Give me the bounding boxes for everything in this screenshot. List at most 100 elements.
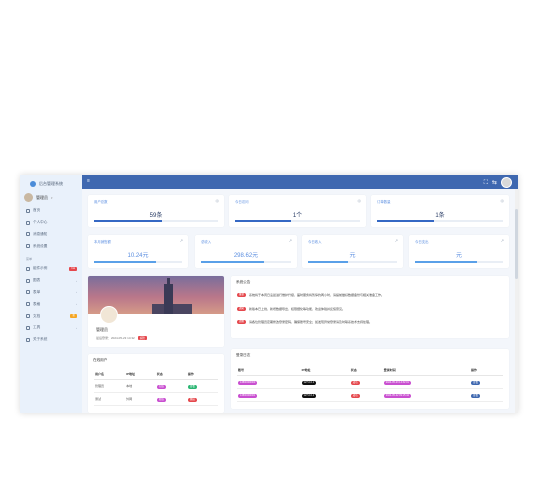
status-badge: 离线 [156, 397, 166, 402]
notice-text: 新版本已上线，新增数据导出、权限细化等功能，欢迎体验并反馈意见。 [249, 307, 346, 311]
table-cell: 查看 [470, 388, 503, 402]
table-row[interactable]: 13800000001 127.0.0.1 成功 2024-05-22 09:1… [237, 388, 503, 402]
scrollbar[interactable] [515, 189, 518, 413]
table-cell: 踢出 [186, 392, 218, 406]
progress-fill [94, 261, 156, 263]
stat-value: 298.62元 [233, 253, 259, 259]
stat-label: 今日支出 [415, 240, 429, 244]
stat-value: 59条 [149, 213, 163, 219]
sidebar-item-label: 工具 [33, 325, 41, 330]
external-link-icon: ↗ [288, 238, 292, 243]
action-button[interactable]: 踢出 [187, 397, 197, 402]
login-log-card: 登录日志 账号 IP地址 状态 登录时间 操作 13800000000 127.… [231, 349, 509, 409]
profile-card: 管理员 最后登录：2024-05-23 14:32 超管 [88, 276, 224, 347]
banner-tower-top [167, 278, 170, 285]
progress-bar [415, 261, 503, 263]
sidebar-item-label: 表单 [33, 289, 41, 294]
stat-card-today-income: 今日收入 ↗ 元 [302, 235, 403, 268]
sidebar-item-label: 组件示例 [33, 266, 48, 271]
info-icon: ◎ [357, 198, 362, 203]
column-header: IP地址 [125, 368, 156, 380]
app-logo[interactable]: 后台管理系统 [30, 178, 63, 190]
stat-label: 本月销售额 [94, 240, 111, 244]
table-cell: 13800000000 [237, 375, 301, 389]
menu-toggle-icon[interactable]: ≡ [87, 179, 90, 184]
action-button[interactable]: 查看 [187, 384, 197, 389]
online-users-table: 用户名 IP地址 状态 操作 管理员 本地 在线 查看 测试 外网 离线 踢出 [94, 368, 218, 406]
logo-icon [30, 181, 36, 187]
sidebar: 后台管理系统 管理员 ▾ 首页 个人中心 消息通知 系统设置 菜单 组件示例 h… [20, 175, 82, 413]
table-icon [26, 302, 30, 307]
sidebar-item-about[interactable]: 关于系统 [20, 334, 82, 346]
view-button[interactable]: 查看 [471, 393, 481, 398]
view-button[interactable]: 查看 [471, 380, 481, 385]
table-cell: 2024-05-23 14:32:01 [382, 375, 471, 389]
chevron-right-icon: › [76, 290, 77, 295]
online-users-title: 在线用户 [93, 358, 108, 362]
sidebar-item-messages[interactable]: 消息通知 [20, 229, 82, 241]
sidebar-item-home[interactable]: 首页 [20, 205, 82, 217]
table-cell: 13800000001 [237, 388, 301, 402]
table-cell: 127.0.0.1 [300, 388, 350, 402]
table-cell: 2024-05-22 09:15:44 [382, 388, 471, 402]
avatar[interactable] [501, 177, 512, 188]
table-cell: 管理员 [94, 379, 126, 393]
progress-fill [415, 261, 477, 263]
sidebar-item-label: 表格 [33, 301, 41, 306]
chevron-right-icon: › [76, 302, 77, 307]
sidebar-item-tables[interactable]: 表格 › [20, 298, 82, 310]
sidebar-item-components[interactable]: 组件示例 hot [20, 263, 82, 275]
sidebar-item-settings[interactable]: 系统设置 [20, 240, 82, 252]
chevron-right-icon: › [76, 325, 77, 330]
table-cell: 成功 [349, 375, 383, 389]
column-header: 操作 [186, 368, 218, 380]
chevron-down-icon: ▾ [51, 195, 53, 200]
notice-item[interactable]: 通知 新版本已上线，新增数据导出、权限细化等功能，欢迎体验并反馈意见。 [237, 307, 489, 311]
user-profile[interactable]: 管理员 ▾ [24, 193, 53, 202]
time-badge: 2024-05-22 09:15:44 [383, 393, 411, 398]
progress-fill [377, 220, 434, 222]
progress-fill [308, 261, 349, 263]
account-badge: 13800000000 [238, 380, 258, 385]
user-name: 管理员 [36, 194, 48, 200]
ip-badge: 127.0.0.1 [301, 380, 317, 385]
notice-item[interactable]: 重要 系统将于本周日凌晨进行维护升级，届时服务将暂停约两小时，请提前做好数据备份… [237, 293, 489, 297]
sidebar-item-charts[interactable]: 图表 › [20, 275, 82, 287]
hot-badge: hot [69, 267, 77, 271]
home-icon [26, 208, 30, 213]
scrollbar-thumb[interactable] [515, 209, 518, 279]
avatar[interactable] [100, 306, 118, 324]
sidebar-item-label: 图表 [33, 278, 41, 283]
account-badge: 13800000001 [238, 393, 258, 398]
fullscreen-icon[interactable]: ⛶ [484, 178, 488, 188]
stat-value: 元 [349, 253, 356, 259]
sidebar-item-label: 消息通知 [33, 231, 48, 236]
sidebar-item-docs[interactable]: 文档 新 [20, 310, 82, 322]
translate-icon[interactable]: ⇆ [492, 178, 497, 188]
logo-text: 后台管理系统 [39, 181, 63, 186]
table-row[interactable]: 13800000000 127.0.0.1 成功 2024-05-23 14:3… [237, 375, 503, 389]
table-row[interactable]: 管理员 本地 在线 查看 [94, 379, 218, 393]
sidebar-item-forms[interactable]: 表单 › [20, 287, 82, 299]
sidebar-item-profile[interactable]: 个人中心 [20, 217, 82, 229]
external-link-icon: ↗ [179, 238, 183, 243]
sidebar-item-label: 关于系统 [33, 337, 48, 342]
progress-bar [235, 220, 360, 222]
table-cell: 查看 [186, 379, 218, 393]
chart-icon [26, 278, 30, 283]
table-row[interactable]: 测试 外网 离线 踢出 [94, 392, 218, 406]
column-header: IP地址 [300, 364, 350, 376]
stat-value: 1条 [435, 213, 445, 219]
sidebar-item-tools[interactable]: 工具 › [20, 322, 82, 334]
stat-value: 10.24元 [127, 253, 149, 259]
stat-label: 今日收入 [308, 240, 322, 244]
top-bar: ≡ ⛶ ⇆ [82, 175, 518, 189]
notice-item[interactable]: 提醒 请各位管理员定期修改登录密码，确保账号安全；如发现异常登录请及时联系技术支… [237, 320, 489, 324]
login-log-table: 账号 IP地址 状态 登录时间 操作 13800000000 127.0.0.1… [237, 364, 503, 402]
user-icon [26, 220, 30, 225]
sidebar-group-menu: 菜单 组件示例 hot 图表 › 表单 › 表格 › 文档 新 工具 › 关于系… [20, 255, 82, 346]
column-header: 登录时间 [382, 364, 471, 376]
login-log-title: 登录日志 [236, 353, 251, 357]
stat-label: 总收入 [201, 240, 212, 244]
profile-name: 管理员 [96, 327, 108, 332]
